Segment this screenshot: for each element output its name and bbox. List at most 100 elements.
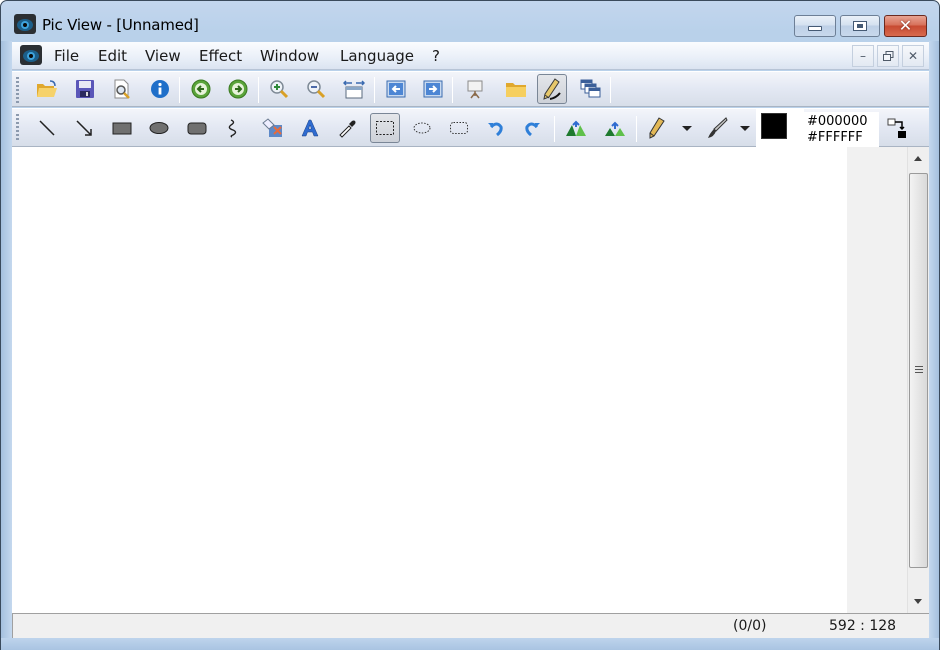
mdi-restore-button[interactable] (877, 45, 899, 67)
fill-tool-button[interactable] (257, 113, 287, 143)
brush-icon (708, 117, 728, 138)
flip-vertical-button[interactable] (600, 113, 630, 143)
slideshow-icon (467, 80, 483, 99)
save-button[interactable] (70, 74, 100, 104)
redo-icon (525, 122, 540, 137)
mdi-minimize-icon: – (860, 49, 866, 63)
status-bar: (0/0) 592 : 128 (12, 613, 929, 638)
preview-button[interactable] (107, 74, 137, 104)
rect-select-button[interactable] (370, 113, 400, 143)
info-button[interactable] (145, 74, 175, 104)
swap-colors-icon (887, 118, 906, 138)
toolbar-separator (610, 77, 611, 103)
rounded-rect-tool-button[interactable] (182, 113, 212, 143)
brush-dropdown-arrow-icon[interactable] (740, 126, 750, 131)
main-toolbar (12, 71, 929, 107)
ellipse-tool-icon (149, 122, 169, 134)
rectangle-tool-icon (112, 122, 132, 135)
toolbar-separator (636, 116, 637, 142)
menu-effect[interactable]: Effect (197, 47, 244, 65)
canvas-gutter (847, 147, 907, 613)
redo-button[interactable] (517, 113, 547, 143)
ellipse-tool-button[interactable] (144, 113, 174, 143)
swap-colors-button[interactable] (885, 115, 911, 141)
menu-language[interactable]: Language (338, 47, 416, 65)
info-icon (151, 80, 169, 98)
pencil-dropdown-arrow-icon[interactable] (682, 126, 692, 131)
previous-button[interactable] (186, 74, 216, 104)
rectangle-tool-button[interactable] (107, 113, 137, 143)
text-tool-icon (301, 119, 319, 137)
rounded-rect-tool-icon (187, 122, 207, 135)
image-canvas[interactable] (12, 147, 847, 613)
toolbar-grip[interactable] (16, 77, 19, 103)
text-tool-button[interactable] (295, 113, 325, 143)
minimize-button[interactable] (794, 15, 836, 37)
brush-button[interactable] (702, 113, 732, 143)
flip-horizontal-button[interactable] (561, 113, 591, 143)
zoom-out-button[interactable] (301, 74, 331, 104)
last-image-icon (423, 80, 443, 98)
scroll-up-arrow-icon[interactable] (914, 156, 922, 161)
toolbar-grip[interactable] (16, 114, 19, 140)
previous-icon (191, 79, 211, 99)
vertical-scrollbar[interactable] (907, 147, 929, 613)
fit-button[interactable] (339, 74, 369, 104)
background-color-code: #FFFFFF (807, 130, 863, 145)
browse-button[interactable] (501, 74, 531, 104)
slideshow-button[interactable] (460, 74, 490, 104)
undo-button[interactable] (481, 113, 511, 143)
maximize-icon (853, 21, 867, 31)
open-button[interactable] (32, 74, 62, 104)
close-button[interactable]: ✕ (884, 15, 927, 37)
menu-window[interactable]: Window (258, 47, 321, 65)
line-tool-button[interactable] (32, 113, 62, 143)
color-values-panel: #000000 #FFFFFF (801, 112, 879, 147)
fit-width-icon (343, 80, 365, 99)
ellipse-select-button[interactable] (407, 113, 437, 143)
pencil-button[interactable] (642, 113, 672, 143)
maximize-button[interactable] (840, 15, 880, 37)
menu-file[interactable]: File (52, 47, 81, 65)
menu-view[interactable]: View (143, 47, 183, 65)
foreground-color-swatch[interactable] (761, 113, 787, 139)
edit-mode-button[interactable] (537, 74, 567, 104)
windows-button[interactable] (576, 74, 606, 104)
print-preview-icon (114, 79, 130, 99)
line-tool-icon (39, 120, 55, 136)
app-eye-icon (14, 14, 36, 34)
mdi-minimize-button[interactable]: – (852, 45, 874, 67)
menu-bar: File Edit View Effect Window Language ? … (12, 42, 929, 70)
color-picker-button[interactable] (332, 113, 362, 143)
toolbar-separator (452, 77, 453, 103)
bottom-frame (1, 638, 939, 650)
toolbar-separator (179, 77, 180, 103)
toolbar-separator (374, 77, 375, 103)
close-icon: ✕ (898, 16, 913, 35)
color-picker-icon (339, 120, 356, 138)
freehand-tool-button[interactable] (219, 113, 249, 143)
zoom-in-button[interactable] (264, 74, 294, 104)
zoom-in-icon (270, 80, 289, 99)
first-image-icon (386, 80, 406, 98)
flip-vertical-icon (605, 121, 625, 136)
menu-edit[interactable]: Edit (96, 47, 129, 65)
first-button[interactable] (381, 74, 411, 104)
rounded-select-button[interactable] (444, 113, 474, 143)
toolbar-separator (554, 116, 555, 142)
next-button[interactable] (223, 74, 253, 104)
drawing-toolbar: #000000 #FFFFFF (12, 108, 929, 147)
last-button[interactable] (418, 74, 448, 104)
right-frame (929, 41, 939, 639)
scrollbar-thumb[interactable] (909, 173, 928, 568)
window-title: Pic View - [Unnamed] (42, 16, 199, 34)
arrow-tool-button[interactable] (69, 113, 99, 143)
mdi-close-button[interactable]: ✕ (902, 45, 924, 67)
status-dimensions: 592 : 128 (829, 618, 897, 634)
menu-help[interactable]: ? (430, 47, 442, 65)
title-bar: Pic View - [Unnamed] ✕ (1, 1, 939, 41)
rounded-select-icon (450, 122, 468, 134)
scroll-down-arrow-icon[interactable] (914, 599, 922, 604)
folder-icon (506, 83, 526, 97)
document-eye-icon[interactable] (20, 45, 42, 65)
